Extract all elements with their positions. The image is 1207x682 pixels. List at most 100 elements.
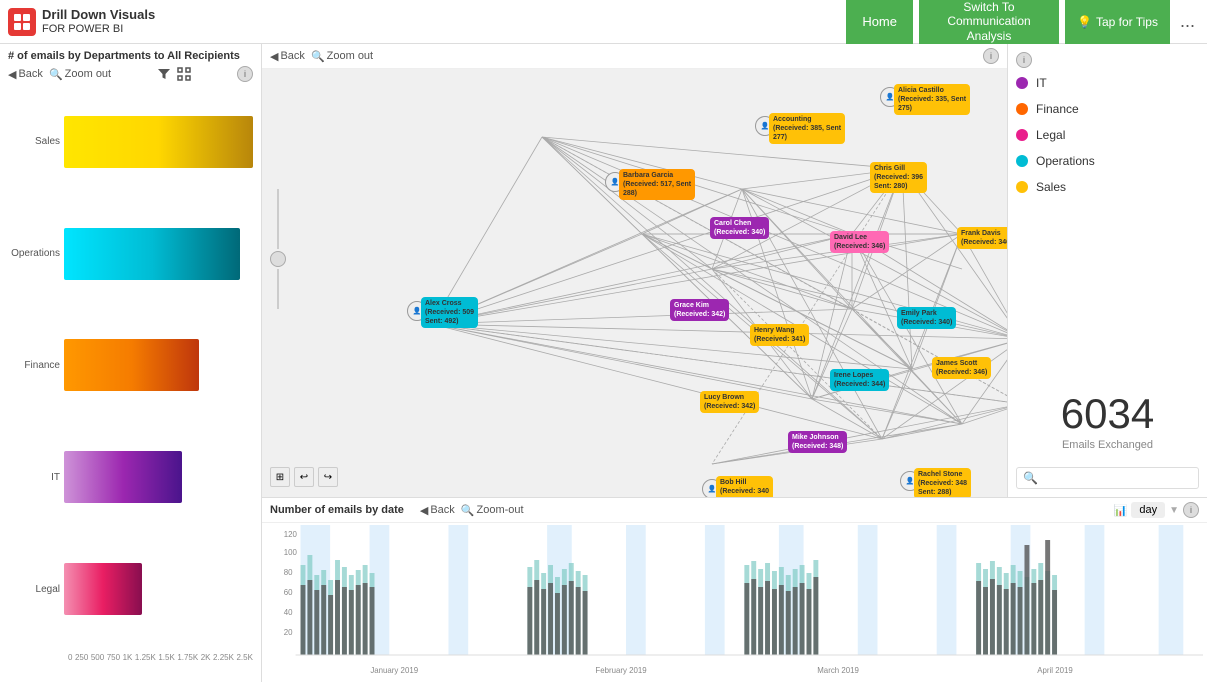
timeline-back-icon: ◀	[420, 504, 428, 517]
logo-icon	[8, 8, 36, 36]
legend-dot-legal	[1016, 129, 1028, 141]
svg-text:80: 80	[284, 568, 293, 577]
timeline-info-icon[interactable]: i	[1183, 502, 1199, 518]
node-grace[interactable]: Grace Kim(Received: 342)	[670, 299, 729, 321]
timeline-header: Number of emails by date ◀ Back 🔍 Zoom-o…	[262, 498, 1207, 523]
bar-label-finance: Finance	[8, 360, 60, 371]
network-area: ◀ Back 🔍 Zoom out i	[262, 44, 1207, 497]
dropdown-arrow[interactable]: ▼	[1169, 505, 1179, 516]
network-back-button[interactable]: ◀ Back	[270, 50, 305, 63]
left-panel: # of emails by Departments to All Recipi…	[0, 44, 262, 682]
back-button[interactable]: ◀ Back	[8, 68, 43, 81]
timeline-zoom-icon: 🔍	[461, 504, 475, 517]
node-irene[interactable]: Irene Lopes(Received: 344)	[830, 369, 889, 391]
network-info-icon[interactable]: i	[983, 48, 999, 64]
logo: Drill Down Visuals FOR POWER BI	[8, 7, 155, 36]
bar-row-it: IT	[8, 451, 253, 503]
node-mike[interactable]: Mike Johnson(Received: 348)	[788, 431, 847, 453]
bar-row-sales: Sales	[8, 116, 253, 168]
timeline-panel: Number of emails by date ◀ Back 🔍 Zoom-o…	[262, 497, 1207, 682]
node-alex[interactable]: Alex Cross(Received: 509Sent: 492)	[421, 297, 478, 328]
svg-text:20: 20	[284, 628, 293, 637]
back-icon: ◀	[270, 50, 278, 63]
timeline-title: Number of emails by date	[270, 504, 404, 516]
bar-container-it[interactable]	[64, 451, 182, 503]
node-james[interactable]: James Scott(Received: 346)	[932, 357, 991, 379]
legend-dot-operations	[1016, 155, 1028, 167]
chart-controls: ◀ Back 🔍 Zoom out i	[0, 64, 261, 84]
bar-label-it: IT	[8, 472, 60, 483]
day-selector[interactable]: day	[1131, 502, 1165, 518]
bar-label-operations: Operations	[8, 248, 60, 259]
node-accounting[interactable]: Accounting(Received: 385, Sent277)	[769, 113, 845, 144]
timeline-zoom-button[interactable]: 🔍 Zoom-out	[461, 504, 524, 517]
network-canvas[interactable]: 👤 Alicia Castillo(Received: 335, Sent275…	[262, 69, 1007, 497]
grid-view-button[interactable]: ⊞	[270, 467, 290, 487]
node-lucy[interactable]: Lucy Brown(Received: 342)	[700, 391, 759, 413]
svg-text:April 2019: April 2019	[1037, 666, 1073, 675]
timeline-right-controls: 📊 day ▼ i	[1114, 502, 1199, 518]
legend-label-sales: Sales	[1036, 180, 1066, 194]
bar-container-sales[interactable]	[64, 116, 253, 168]
home-button[interactable]: Home	[846, 0, 913, 49]
bar-container-finance[interactable]	[64, 339, 199, 391]
legend-label-operations: Operations	[1036, 154, 1095, 168]
bar-container-legal[interactable]	[64, 563, 142, 615]
search-icon: 🔍	[1023, 471, 1038, 485]
header: Drill Down Visuals FOR POWER BI Home Swi…	[0, 0, 1207, 44]
search-box[interactable]: 🔍	[1016, 467, 1199, 489]
more-button[interactable]: ...	[1176, 0, 1199, 49]
expand-icon[interactable]	[177, 67, 191, 81]
legend-label-it: IT	[1036, 76, 1047, 90]
network-controls: ◀ Back 🔍 Zoom out i	[262, 44, 1007, 69]
right-panel: i IT Finance Legal	[1007, 44, 1207, 497]
logo-text: Drill Down Visuals FOR POWER BI	[42, 7, 155, 36]
zoom-slider[interactable]	[270, 189, 286, 309]
svg-text:120: 120	[284, 530, 298, 539]
legend-item-finance: Finance	[1016, 102, 1199, 116]
bar-chart: Sales Operations Finance I	[0, 84, 261, 651]
comm-analysis-button[interactable]: Switch To Communication Analysis	[919, 0, 1059, 49]
node-carol[interactable]: Carol Chen(Received: 340)	[710, 217, 769, 239]
node-alicia[interactable]: Alicia Castillo(Received: 335, Sent275)	[894, 84, 970, 115]
emails-label: Emails Exchanged	[1016, 439, 1199, 451]
legend-label-legal: Legal	[1036, 128, 1065, 142]
network-zoom-out-button[interactable]: 🔍 Zoom out	[311, 50, 373, 63]
legend: IT Finance Legal Operation	[1016, 76, 1199, 385]
info-icon[interactable]: i	[237, 66, 253, 82]
network-svg	[262, 69, 1007, 497]
node-henry[interactable]: Henry Wang(Received: 341)	[750, 324, 809, 346]
node-emily[interactable]: Emily Park(Received: 340)	[897, 307, 956, 329]
zoom-out-button[interactable]: 🔍 Zoom out	[49, 68, 111, 81]
legend-label-finance: Finance	[1036, 102, 1079, 116]
node-barbara[interactable]: Barbara Garcia(Received: 517, Sent288)	[619, 169, 695, 200]
node-rachel[interactable]: Rachel Stone(Received: 348Sent: 288)	[914, 468, 971, 497]
legend-dot-it	[1016, 77, 1028, 89]
node-david[interactable]: David Lee(Received: 346)	[830, 231, 889, 253]
legend-dot-finance	[1016, 103, 1028, 115]
timeline-controls: ◀ Back 🔍 Zoom-out	[420, 504, 524, 517]
node-bob2[interactable]: Bob Hill(Received: 340Sent: 425)	[716, 476, 773, 497]
svg-text:March 2019: March 2019	[817, 666, 859, 675]
search-input[interactable]	[1042, 472, 1192, 484]
bar-row-operations: Operations	[8, 228, 253, 280]
timeline-back-button[interactable]: ◀ Back	[420, 504, 455, 517]
node-topright[interactable]: Chris Gill(Received: 396Sent: 280)	[870, 162, 927, 193]
redo-button[interactable]: ↪	[318, 467, 338, 487]
bar-container-operations[interactable]	[64, 228, 240, 280]
emails-count: 6034	[1016, 393, 1199, 435]
tips-icon: 💡	[1077, 15, 1092, 29]
tips-button[interactable]: 💡 Tap for Tips	[1065, 0, 1170, 49]
node-frank[interactable]: Frank Davis(Received: 346)	[957, 227, 1007, 249]
chart-icon: 📊	[1114, 504, 1128, 517]
undo-button[interactable]: ↩	[294, 467, 314, 487]
header-buttons: Home Switch To Communication Analysis 💡 …	[846, 0, 1199, 49]
right-info-icon[interactable]: i	[1016, 52, 1032, 68]
legend-item-operations: Operations	[1016, 154, 1199, 168]
bar-label-legal: Legal	[8, 584, 60, 595]
filter-icon[interactable]	[157, 67, 171, 81]
bar-label-sales: Sales	[8, 136, 60, 147]
svg-text:60: 60	[284, 588, 293, 597]
stats-section: 6034 Emails Exchanged	[1016, 385, 1199, 459]
svg-text:February 2019: February 2019	[595, 666, 647, 675]
